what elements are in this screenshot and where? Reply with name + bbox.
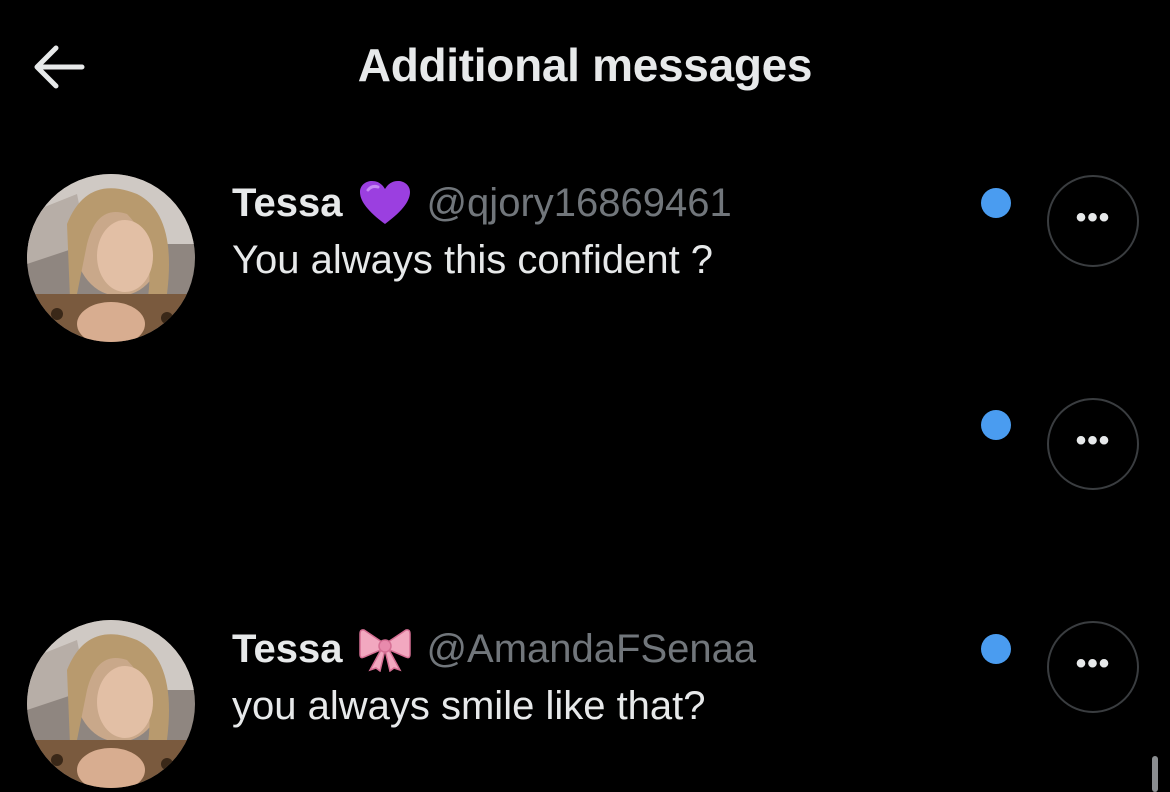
more-icon: ••• [1075, 424, 1111, 457]
display-name: Tessa [232, 627, 343, 671]
scrollbar[interactable] [1152, 756, 1158, 792]
unread-indicator [981, 410, 1011, 440]
message-body: Tessa @qjory16869461 You always this con… [232, 180, 952, 284]
message-text: you always smile like that? [232, 684, 706, 728]
unread-indicator [981, 188, 1011, 218]
message-row[interactable]: Tessa @AmandaFSenaa you always smile lik… [0, 596, 1170, 792]
message-body: Tessa @AmandaFSenaa you always smile lik… [232, 626, 952, 730]
purple-heart-icon [358, 180, 412, 226]
more-icon: ••• [1075, 201, 1111, 234]
handle: @qjory16869461 [426, 181, 732, 225]
name-line: Tessa @AmandaFSenaa [232, 626, 952, 672]
more-options-button[interactable]: ••• [1047, 398, 1139, 490]
message-row[interactable]: Tessa @qjory16869461 You always this con… [0, 150, 1170, 360]
avatar[interactable] [27, 620, 195, 788]
more-options-button[interactable]: ••• [1047, 621, 1139, 713]
unread-indicator [981, 634, 1011, 664]
display-name: Tessa [232, 181, 343, 225]
header: Additional messages [0, 0, 1170, 135]
more-options-button[interactable]: ••• [1047, 175, 1139, 267]
more-icon: ••• [1075, 647, 1111, 680]
message-text: You always this confident ? [232, 238, 714, 282]
page-title: Additional messages [357, 39, 813, 91]
name-line: Tessa @qjory16869461 [232, 180, 952, 226]
message-row[interactable]: ••• [0, 380, 1170, 510]
pink-ribbon-icon [358, 626, 412, 672]
handle: @AmandaFSenaa [426, 627, 757, 671]
avatar[interactable] [27, 174, 195, 342]
